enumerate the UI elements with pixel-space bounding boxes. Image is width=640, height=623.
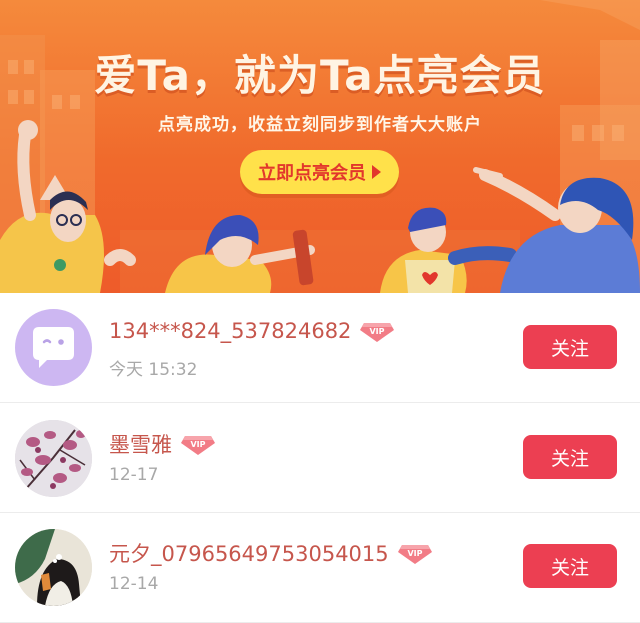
- activate-vip-button[interactable]: 立即点亮会员: [240, 150, 399, 194]
- follow-time: 12-17: [109, 465, 159, 485]
- promo-banner[interactable]: 爱Ta，就为Ta点亮会员 点亮成功，收益立刻同步到作者大大账户 立即点亮会员: [0, 0, 640, 293]
- play-arrow-icon: [372, 165, 381, 179]
- banner-title: 爱Ta，就为Ta点亮会员: [94, 51, 546, 100]
- vip-diamond-icon: VIP: [360, 323, 395, 342]
- banner-subtitle: 点亮成功，收益立刻同步到作者大大账户: [158, 115, 482, 135]
- user-name[interactable]: 元夕_07965649753054015: [109, 538, 389, 568]
- follow-button[interactable]: 关注: [523, 435, 617, 479]
- avatar[interactable]: [15, 309, 92, 386]
- avatar[interactable]: [15, 529, 92, 606]
- activate-vip-label: 立即点亮会员: [258, 163, 366, 184]
- girl-illustration-icon: [15, 529, 92, 606]
- list-item[interactable]: 134***824_537824682 VIP 今天 15:32 关注: [0, 293, 640, 403]
- list-item[interactable]: 墨雪雅 VIP 12-17 关注: [0, 403, 640, 513]
- follow-time: 今天 15:32: [109, 360, 198, 380]
- follow-button[interactable]: 关注: [523, 544, 617, 588]
- user-name[interactable]: 134***824_537824682: [109, 319, 351, 343]
- avatar[interactable]: [15, 420, 92, 497]
- user-name[interactable]: 墨雪雅: [109, 429, 172, 459]
- follow-button[interactable]: 关注: [523, 325, 617, 369]
- list-item[interactable]: 元夕_07965649753054015 VIP 12-14 关注: [0, 513, 640, 623]
- vip-diamond-icon: VIP: [181, 436, 215, 455]
- follow-time: 12-14: [109, 574, 159, 594]
- chat-bubble-icon: [33, 327, 74, 368]
- magnolia-photo-icon: [15, 420, 92, 497]
- user-list: 134***824_537824682 VIP 今天 15:32 关注 墨雪雅 …: [0, 293, 640, 623]
- svg-text:VIP: VIP: [407, 549, 422, 558]
- vip-diamond-icon: VIP: [397, 545, 432, 564]
- svg-text:VIP: VIP: [190, 440, 205, 449]
- svg-text:VIP: VIP: [370, 327, 385, 336]
